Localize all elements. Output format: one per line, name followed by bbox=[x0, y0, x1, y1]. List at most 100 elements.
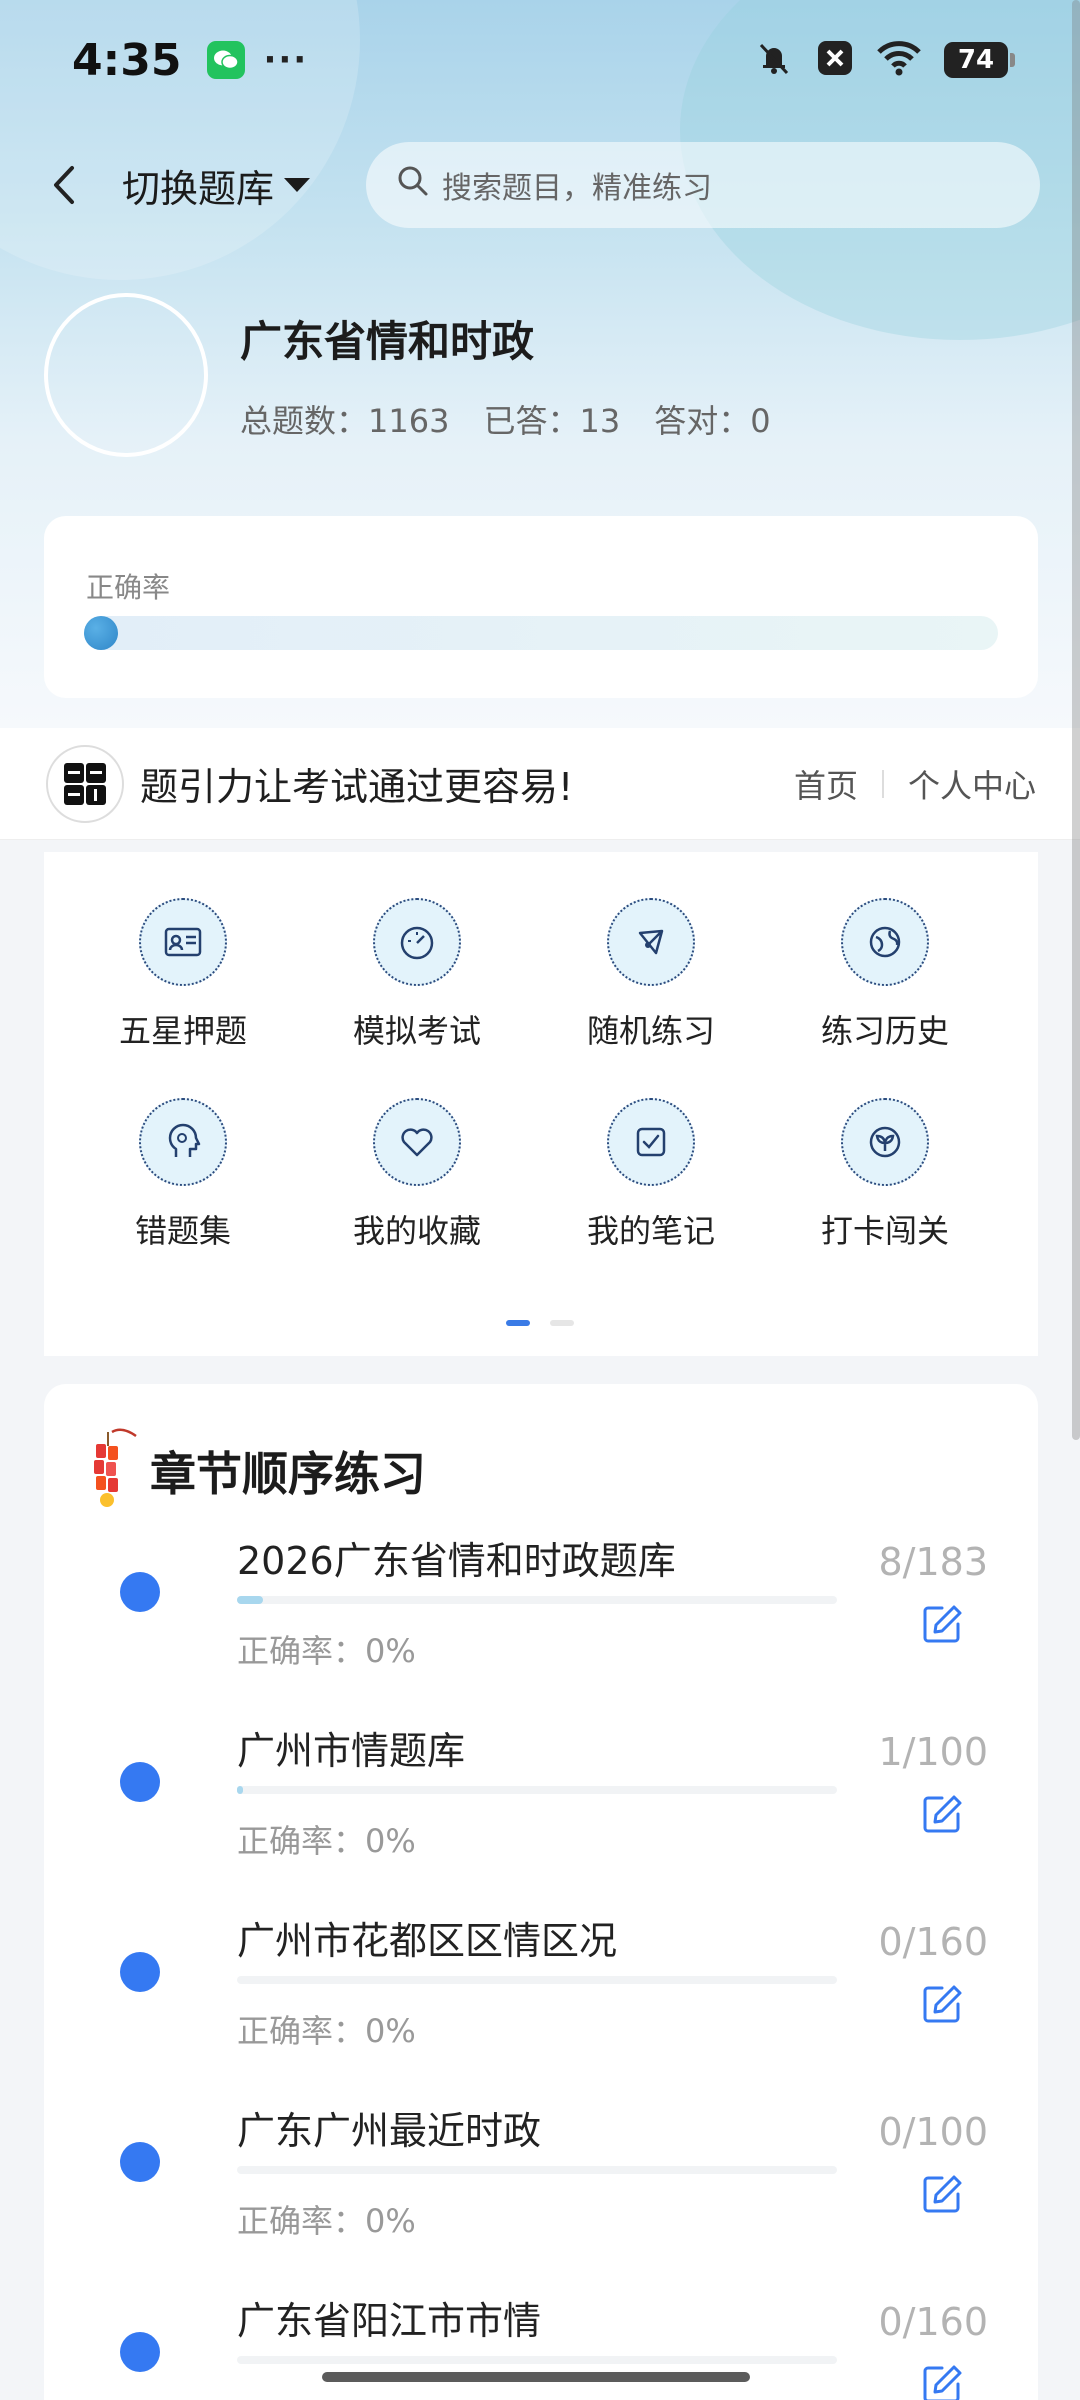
promo-banner: 题引力让考试通过更容易! 首页 个人中心 bbox=[0, 728, 1080, 840]
chapter-header: 章节顺序练习 bbox=[86, 1424, 426, 1518]
feature-notes[interactable]: 我的笔记 bbox=[534, 1098, 768, 1252]
feature-wrong-set[interactable]: 错题集 bbox=[66, 1098, 300, 1252]
feature-label: 我的收藏 bbox=[352, 1212, 481, 1250]
home-link[interactable]: 首页 bbox=[794, 761, 858, 807]
scrollbar[interactable] bbox=[1072, 0, 1080, 1440]
chapter-name: 广东广州最近时政 bbox=[237, 2109, 542, 2153]
chapter-row[interactable]: 广东省阳江市市情 0/160 bbox=[44, 2290, 1038, 2400]
gauge-icon bbox=[373, 898, 461, 986]
feature-grid: 五星押题 模拟考试 随机练习 练习历史 错题集 我的收藏 我的笔记 打卡闯关 bbox=[44, 898, 1038, 1252]
feature-history[interactable]: 练习历史 bbox=[768, 898, 1002, 1052]
correct-count: 答对：0 bbox=[654, 402, 771, 440]
top-navigation: 切换题库 搜索题目，精准练习 bbox=[0, 140, 1080, 230]
bank-title: 广东省情和时政 bbox=[240, 317, 535, 366]
feature-random-practice[interactable]: 随机练习 bbox=[534, 898, 768, 1052]
status-bar: 4:35 ··· 74 bbox=[0, 0, 1080, 120]
chapter-name: 广州市花都区区情区况 bbox=[237, 1919, 618, 1963]
network-icon bbox=[607, 898, 695, 986]
edit-icon[interactable] bbox=[920, 1792, 964, 1836]
chapter-name: 2026广东省情和时政题库 bbox=[237, 1539, 676, 1583]
feature-label: 打卡闯关 bbox=[820, 1212, 949, 1250]
banner-slogan: 题引力让考试通过更容易! bbox=[140, 765, 574, 809]
chapter-progress-bar bbox=[237, 1596, 837, 1604]
head-icon bbox=[139, 1098, 227, 1186]
id-card-icon bbox=[139, 898, 227, 986]
feature-five-star[interactable]: 五星押题 bbox=[66, 898, 300, 1052]
feature-label: 五星押题 bbox=[118, 1012, 247, 1050]
edit-icon[interactable] bbox=[920, 1982, 964, 2026]
search-input[interactable]: 搜索题目，精准练习 bbox=[366, 142, 1040, 228]
feature-favorites[interactable]: 我的收藏 bbox=[300, 1098, 534, 1252]
chapter-row[interactable]: 广州市花都区区情区况正确率：0% 0/160 bbox=[44, 1910, 1038, 2100]
grid-pager bbox=[506, 1320, 574, 1326]
switch-bank-button[interactable]: 切换题库 bbox=[122, 158, 311, 212]
search-icon bbox=[396, 164, 430, 206]
chapter-dot bbox=[120, 2142, 160, 2182]
chapter-count: 0/160 bbox=[878, 2300, 988, 2344]
more-notifications-icon: ··· bbox=[263, 40, 309, 80]
sprout-icon bbox=[841, 1098, 929, 1186]
total-questions: 总题数：1163 bbox=[240, 402, 450, 440]
chapter-accuracy: 正确率：0% bbox=[237, 2012, 416, 2050]
feature-mock-exam[interactable]: 模拟考试 bbox=[300, 898, 534, 1052]
chapter-row[interactable]: 广州市情题库正确率：0% 1/100 bbox=[44, 1720, 1038, 1910]
accuracy-card: 正确率 bbox=[44, 516, 1038, 698]
feature-label: 错题集 bbox=[134, 1212, 231, 1250]
chapter-progress-fill bbox=[237, 1596, 264, 1604]
edit-icon[interactable] bbox=[920, 2362, 964, 2400]
chapter-dot bbox=[120, 1952, 160, 1992]
chapter-name: 广州市情题库 bbox=[237, 1729, 466, 1773]
edit-icon[interactable] bbox=[920, 1602, 964, 1646]
back-button[interactable] bbox=[40, 158, 90, 212]
feature-label: 随机练习 bbox=[586, 1012, 715, 1050]
profile-link[interactable]: 个人中心 bbox=[908, 761, 1036, 807]
answered-count: 已答：13 bbox=[483, 402, 621, 440]
chapter-accuracy: 正确率：0% bbox=[237, 1632, 416, 1670]
firecracker-icon bbox=[86, 1424, 138, 1518]
chapter-section-title: 章节顺序练习 bbox=[150, 1447, 426, 1501]
pager-dot-active[interactable] bbox=[506, 1320, 530, 1326]
mute-icon bbox=[754, 38, 794, 82]
link-divider bbox=[881, 769, 884, 798]
feature-label: 我的笔记 bbox=[586, 1212, 715, 1250]
chapter-progress-bar bbox=[237, 2356, 837, 2364]
chapter-count: 1/100 bbox=[878, 1730, 988, 1774]
accuracy-progress-knob bbox=[84, 616, 118, 650]
chapter-row[interactable]: 广东广州最近时政 正确率：0% 0/100 bbox=[44, 2100, 1038, 2290]
wifi-icon bbox=[876, 40, 922, 80]
close-app-icon bbox=[816, 39, 854, 81]
status-time: 4:35 bbox=[72, 34, 182, 86]
caret-down-icon bbox=[284, 178, 311, 192]
chapter-count: 0/160 bbox=[878, 1920, 988, 1964]
chapter-name: 广东省阳江市市情 bbox=[237, 2299, 542, 2343]
chapter-progress-bar bbox=[237, 2166, 837, 2174]
bank-stats: 总题数：1163 已答：13 答对：0 bbox=[240, 396, 771, 442]
chapter-dot bbox=[120, 1762, 160, 1802]
chapter-accuracy: 正确率：0% bbox=[237, 2202, 416, 2240]
feature-label: 练习历史 bbox=[820, 1012, 949, 1050]
accuracy-label: 正确率 bbox=[86, 571, 171, 604]
battery-icon: 74 bbox=[944, 42, 1015, 78]
feature-grid-card: 五星押题 模拟考试 随机练习 练习历史 错题集 我的收藏 我的笔记 打卡闯关 bbox=[44, 852, 1038, 1356]
note-check-icon bbox=[607, 1098, 695, 1186]
home-indicator[interactable] bbox=[322, 2372, 750, 2382]
chapter-progress-bar bbox=[237, 1786, 837, 1794]
globe-icon bbox=[841, 898, 929, 986]
chapter-count: 8/183 bbox=[878, 1540, 988, 1584]
pager-dot[interactable] bbox=[550, 1320, 574, 1326]
heart-icon bbox=[373, 1098, 461, 1186]
chapter-progress-fill bbox=[237, 1786, 243, 1794]
search-placeholder: 搜索题目，精准练习 bbox=[442, 171, 712, 206]
switch-bank-label: 切换题库 bbox=[122, 166, 275, 211]
feature-checkin[interactable]: 打卡闯关 bbox=[768, 1098, 1002, 1252]
chapter-practice-card: 章节顺序练习 2026广东省情和时政题库 正确率：0% 8/183 广州市情题库 正确率… bbox=[44, 1384, 1038, 2400]
chapter-accuracy: 正确率：0% bbox=[237, 1822, 416, 1860]
app-logo bbox=[46, 744, 124, 823]
bank-avatar bbox=[44, 293, 208, 457]
wechat-icon bbox=[207, 41, 246, 79]
chapter-row[interactable]: 2026广东省情和时政题库正确率：0% 8/183 bbox=[44, 1530, 1038, 1720]
chapter-dot bbox=[120, 2332, 160, 2372]
chapter-dot bbox=[120, 1572, 160, 1612]
edit-icon[interactable] bbox=[920, 2172, 964, 2216]
accuracy-progress-bar bbox=[84, 616, 998, 650]
